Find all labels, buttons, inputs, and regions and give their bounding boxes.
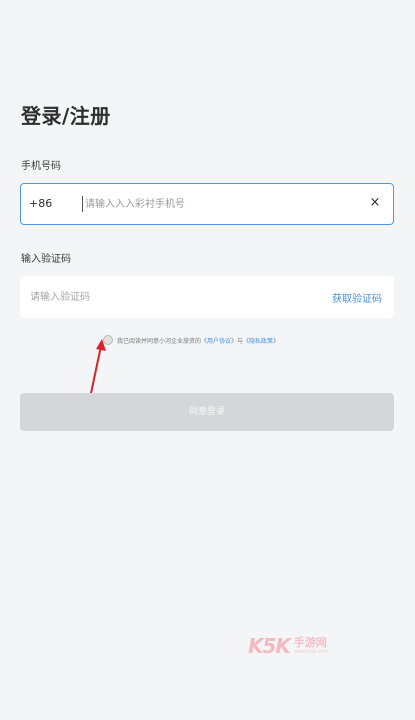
- phone-input[interactable]: [85, 192, 365, 216]
- watermark-logo: K5K: [248, 634, 291, 658]
- login-button[interactable]: 同意登录: [20, 393, 394, 431]
- login-screen: { "page": { "title": "登录/注册" }, "phone":…: [0, 0, 415, 720]
- agreement-row: 我已阅读并同意小河企业旅资的 《用户协议》 与 《隐私政策》: [103, 333, 279, 347]
- user-agreement-link[interactable]: 《用户协议》: [201, 336, 237, 345]
- get-code-button[interactable]: 获取验证码: [332, 290, 382, 305]
- watermark-name: 手游网: [293, 636, 327, 649]
- text-cursor: [82, 196, 83, 212]
- phone-label: 手机号码: [21, 161, 61, 172]
- code-input[interactable]: [30, 285, 280, 309]
- site-watermark: K5K 手游网 www.k5k.com: [248, 634, 329, 658]
- page-title: 登录/注册: [21, 104, 111, 128]
- phone-field[interactable]: +86 ×: [20, 183, 394, 225]
- code-label: 输入验证码: [21, 254, 71, 265]
- close-icon[interactable]: ×: [367, 195, 383, 211]
- country-code[interactable]: +86: [29, 197, 52, 210]
- agreement-text: 我已阅读并同意小河企业旅资的: [117, 337, 202, 345]
- watermark-url: www.k5k.com: [293, 649, 329, 655]
- privacy-policy-link[interactable]: 《隐私政策》: [243, 336, 279, 345]
- code-field[interactable]: 获取验证码: [20, 276, 394, 318]
- annotation-arrow-icon: [89, 339, 106, 399]
